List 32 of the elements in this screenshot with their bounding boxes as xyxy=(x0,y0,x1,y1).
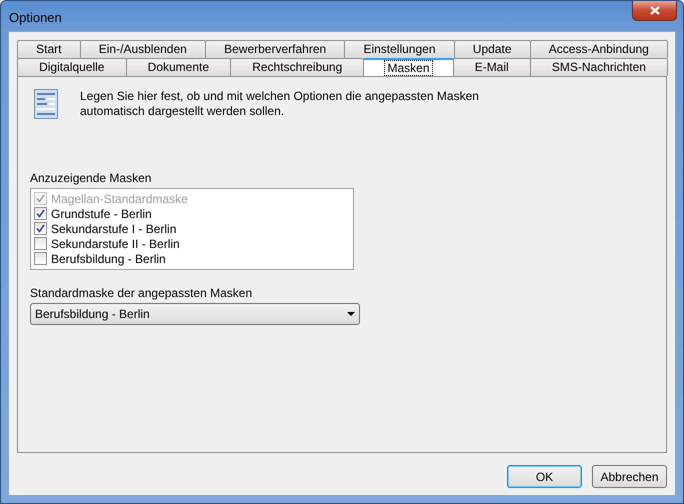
checkbox[interactable] xyxy=(34,222,47,235)
checkbox-label: Magellan-Standardmaske xyxy=(51,192,188,206)
checkbox[interactable] xyxy=(34,252,47,265)
tab[interactable]: Access-Anbindung xyxy=(530,40,668,58)
description-text: Legen Sie hier fest, ob und mit welchen Optionen die angepassten Masken automatisch dargestellt werden sollen. xyxy=(80,89,480,119)
tab[interactable]: E-Mail xyxy=(452,58,531,76)
close-button[interactable] xyxy=(632,1,677,21)
tab[interactable]: Digitalquelle xyxy=(17,58,127,76)
checkbox-label: Grundstufe - Berlin xyxy=(51,206,152,220)
checkbox[interactable] xyxy=(34,237,47,250)
tab[interactable]: Dokumente xyxy=(126,58,232,76)
checkbox-label: Sekundarstufe II - Berlin xyxy=(51,236,180,250)
checkbox-label: Sekundarstufe I - Berlin xyxy=(51,222,176,236)
close-icon xyxy=(650,6,660,15)
checkbox-label: Berufsbildung - Berlin xyxy=(51,252,166,266)
tab[interactable]: Bewerberverfahren xyxy=(204,40,346,58)
tab[interactable]: Rechtschreibung xyxy=(230,58,364,76)
tab[interactable]: Masken xyxy=(363,58,454,76)
dropdown[interactable]: Berufsbildung - Berlin xyxy=(30,303,360,325)
field-label: Standardmaske der angepassten Masken xyxy=(30,286,254,300)
ok-button[interactable]: OK xyxy=(507,465,582,488)
form-icon xyxy=(34,89,58,119)
group-label: Anzuzeigende Masken xyxy=(30,171,152,185)
window-title: Optionen xyxy=(9,10,62,24)
tab[interactable]: SMS-Nachrichten xyxy=(530,58,668,76)
tab[interactable]: Update xyxy=(454,40,531,58)
tab[interactable]: Einstellungen xyxy=(344,40,455,58)
cancel-button[interactable]: Abbrechen xyxy=(592,465,667,488)
tab[interactable]: Ein-/Ausblenden xyxy=(80,40,206,58)
dropdown-arrow-icon xyxy=(347,312,355,316)
tab[interactable]: Start xyxy=(17,40,81,58)
checkbox[interactable] xyxy=(34,207,47,220)
